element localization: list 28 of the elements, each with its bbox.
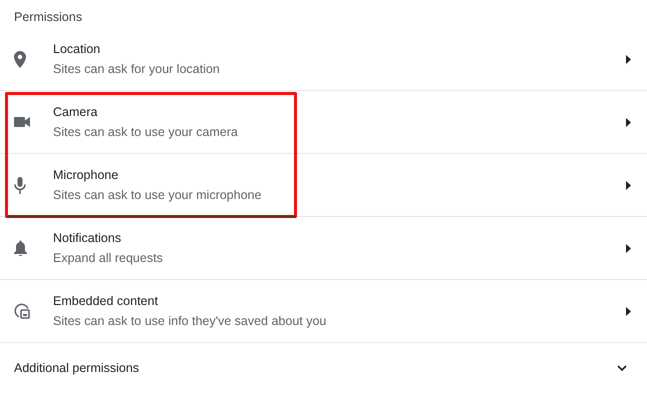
permission-row[interactable]: Embedded content Sites can ask to use info they've saved about you: [0, 280, 647, 343]
permission-title: Location: [53, 41, 102, 57]
permission-row[interactable]: Location Sites can ask for your location: [0, 28, 647, 91]
permission-title: Camera: [53, 104, 98, 120]
microphone-icon: [14, 176, 26, 194]
location-pin-icon: [14, 50, 26, 68]
permission-description: Sites can ask for your location: [53, 61, 221, 77]
arrow-right-icon: [626, 118, 631, 126]
permission-row[interactable]: Microphone Sites can ask to use your microphone: [0, 154, 647, 217]
arrow-right-icon: [626, 54, 631, 64]
permission-row[interactable]: Camera Sites can ask to use your camera: [0, 91, 647, 154]
embedded-content-icon: [14, 303, 30, 319]
arrow-right-icon: [626, 180, 631, 190]
permission-title: Microphone: [53, 167, 120, 183]
permission-description: Expand all requests: [53, 250, 164, 266]
video-camera-icon: [14, 117, 30, 127]
bell-icon: [14, 240, 27, 256]
permission-title: Embedded content: [53, 293, 159, 309]
section-title: Permissions: [13, 9, 84, 26]
arrow-right-icon: [626, 244, 631, 252]
permission-description: Sites can ask to use info they've saved about you: [53, 313, 328, 329]
permission-description: Sites can ask to use your microphone: [53, 187, 262, 203]
permission-description: Sites can ask to use your camera: [53, 124, 239, 140]
permission-row[interactable]: Notifications Expand all requests: [0, 217, 647, 280]
permission-title: Notifications: [53, 230, 122, 246]
additional-permissions-row[interactable]: Additional permissions: [0, 343, 647, 393]
additional-permissions-label: Additional permissions: [14, 361, 140, 375]
arrow-right-icon: [626, 306, 631, 316]
